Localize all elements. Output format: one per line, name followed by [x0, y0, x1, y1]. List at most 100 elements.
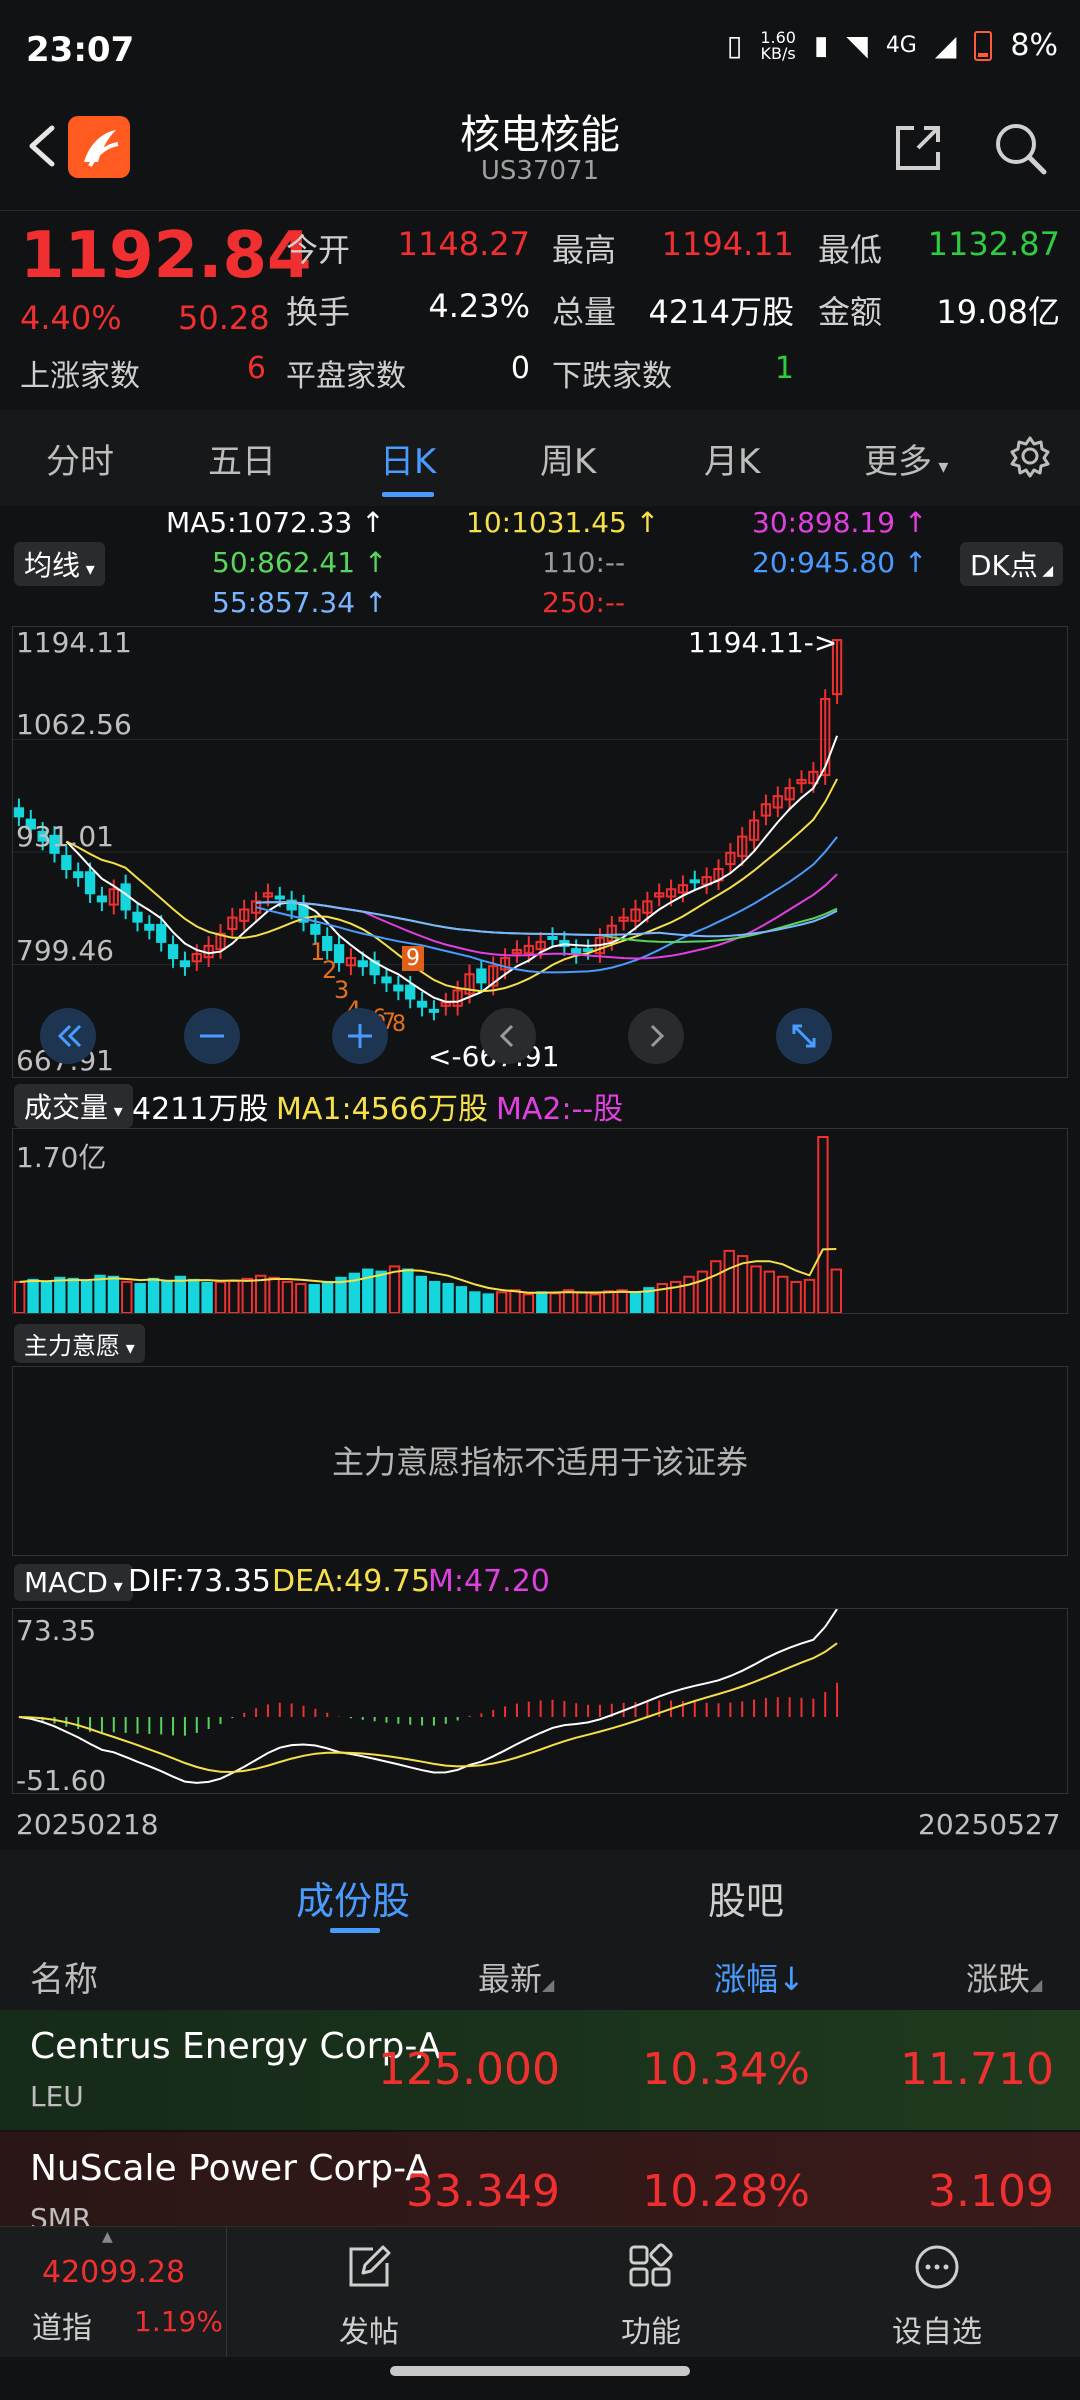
volume-bar	[40, 1280, 53, 1314]
kline-y-label: 1062.56	[16, 708, 132, 741]
volume-bar	[14, 1280, 26, 1314]
dea-line	[18, 1642, 838, 1774]
main-force-panel: 主力意愿指标不适用于该证券	[12, 1366, 1068, 1556]
table-row[interactable]: Centrus Energy Corp-A LEU 125.000 10.34%…	[0, 2010, 1080, 2130]
dropdown-icon: ▾	[108, 1101, 123, 1122]
macd-selector[interactable]: MACD ▾	[14, 1564, 133, 1601]
speed-unit: KB/s	[760, 43, 796, 63]
active-list-tab-indicator	[330, 1928, 380, 1933]
column-last-label: 最新	[478, 1960, 543, 1998]
period-tabs: 分时 五日 日K 周K 月K 更多 ▾	[0, 410, 1080, 506]
fullscreen-button[interactable]	[776, 1008, 832, 1064]
ma-legend-item: 10:1031.45 ↑	[466, 506, 660, 539]
sort-icon: ◢	[542, 1975, 555, 1994]
zoom-out-button[interactable]	[184, 1008, 240, 1064]
gear-icon	[1010, 436, 1050, 478]
volume-bar	[254, 1274, 267, 1315]
volume-ma1: MA1:4566万股	[276, 1092, 488, 1127]
nav-functions[interactable]: 功能	[558, 2227, 744, 2357]
date-start: 20250218	[16, 1808, 159, 1841]
nav-post-label: 发帖	[339, 2315, 399, 2350]
column-last[interactable]: 最新◢	[478, 1954, 554, 2000]
grid-icon	[629, 2243, 673, 2287]
tab-constituents[interactable]: 成份股	[296, 1870, 410, 1925]
volume-bar	[429, 1280, 441, 1314]
dropdown-icon: ▾	[932, 454, 949, 478]
volume-bar	[817, 1136, 829, 1314]
expand-icon	[792, 1024, 816, 1048]
volume-bar	[375, 1270, 387, 1315]
volume-bar	[495, 1291, 508, 1314]
volume-bar	[107, 1275, 120, 1315]
kline-chart	[13, 639, 1067, 1021]
tab-forum[interactable]: 股吧	[708, 1870, 784, 1925]
kline-panel[interactable]	[12, 626, 1068, 1078]
volume-bar	[576, 1291, 588, 1314]
macd-chart	[18, 1608, 839, 1784]
volume-bar	[174, 1275, 187, 1315]
ma-selector[interactable]: 均线 ▾	[14, 542, 105, 586]
tab-more[interactable]: 更多 ▾	[864, 434, 948, 483]
macd-selector-label: MACD	[24, 1566, 108, 1599]
tab-more-label: 更多	[864, 442, 932, 482]
ma-legend-item: 55:857.34 ↑	[212, 586, 388, 619]
volume-bar	[308, 1284, 320, 1314]
macd-y-label: 73.35	[16, 1614, 97, 1647]
volume-bar	[415, 1275, 427, 1315]
tab-weekly-k[interactable]: 周K	[540, 434, 596, 483]
index-ticker[interactable]: ▲ 42099.28 道指 1.19%	[0, 2227, 227, 2357]
volume-selector[interactable]: 成交量 ▾	[14, 1084, 133, 1128]
stock-change-pct: 10.28%	[642, 2166, 810, 2217]
chart-settings-button[interactable]	[1008, 434, 1052, 482]
table-row[interactable]: NuScale Power Corp-A SMR 33.349 10.28% 3…	[0, 2132, 1080, 2226]
column-change-pct[interactable]: 涨幅↓	[714, 1954, 805, 2000]
stat-label: 金额	[818, 293, 883, 331]
tab-five-day[interactable]: 五日	[208, 434, 276, 483]
search-button[interactable]	[990, 118, 1050, 178]
column-name[interactable]: 名称	[30, 1952, 98, 2001]
chevron-up-icon: ▲	[102, 2229, 113, 2245]
tab-monthly-k[interactable]: 月K	[704, 434, 760, 483]
volume-bar	[134, 1283, 146, 1314]
dk-point-button[interactable]: DK点 ◢	[960, 542, 1064, 586]
candle	[405, 984, 416, 1000]
date-end: 20250527	[918, 1808, 1061, 1841]
volume-bar	[147, 1277, 160, 1315]
volume-bar	[777, 1275, 789, 1315]
stat-label: 今开	[286, 231, 351, 269]
ma-line	[65, 778, 838, 993]
candle	[167, 944, 179, 960]
volume-bar	[268, 1276, 280, 1315]
stat-turnover: 4.23%	[428, 287, 530, 325]
zoom-in-button[interactable]	[332, 1008, 388, 1064]
volume-bar	[482, 1293, 494, 1314]
volume-bar	[402, 1268, 414, 1315]
volume-bar	[241, 1277, 253, 1315]
volume-ma2: MA2:--股	[496, 1092, 624, 1127]
home-indicator[interactable]	[390, 2366, 690, 2376]
sort-icon: ◢	[1030, 1975, 1043, 1994]
tab-intraday[interactable]: 分时	[46, 434, 114, 483]
main-force-selector[interactable]: 主力意愿 ▾	[14, 1324, 145, 1363]
nav-add-watchlist[interactable]: 设自选	[844, 2227, 1030, 2357]
volume-bar	[830, 1268, 842, 1315]
volume-bar	[27, 1278, 39, 1315]
volume-bar	[321, 1280, 334, 1314]
scroll-left-fast-button[interactable]	[40, 1008, 96, 1064]
scroll-left-button[interactable]	[480, 1008, 536, 1064]
stat-label: 最高	[552, 231, 617, 269]
volume-bar	[790, 1280, 802, 1314]
tab-daily-k[interactable]: 日K	[380, 434, 436, 483]
column-change[interactable]: 涨跌◢	[966, 1954, 1042, 2000]
volume-bar	[549, 1292, 561, 1314]
stat-label: 最低	[818, 231, 883, 269]
candle	[156, 923, 167, 943]
share-button[interactable]	[888, 118, 948, 178]
scroll-right-button[interactable]	[628, 1008, 684, 1064]
main-force-message: 主力意愿指标不适用于该证券	[331, 1443, 748, 1481]
candle	[393, 984, 404, 992]
nav-post[interactable]: 发帖	[276, 2227, 462, 2357]
candle	[132, 911, 143, 923]
candle	[689, 879, 700, 884]
share-icon	[896, 126, 940, 170]
